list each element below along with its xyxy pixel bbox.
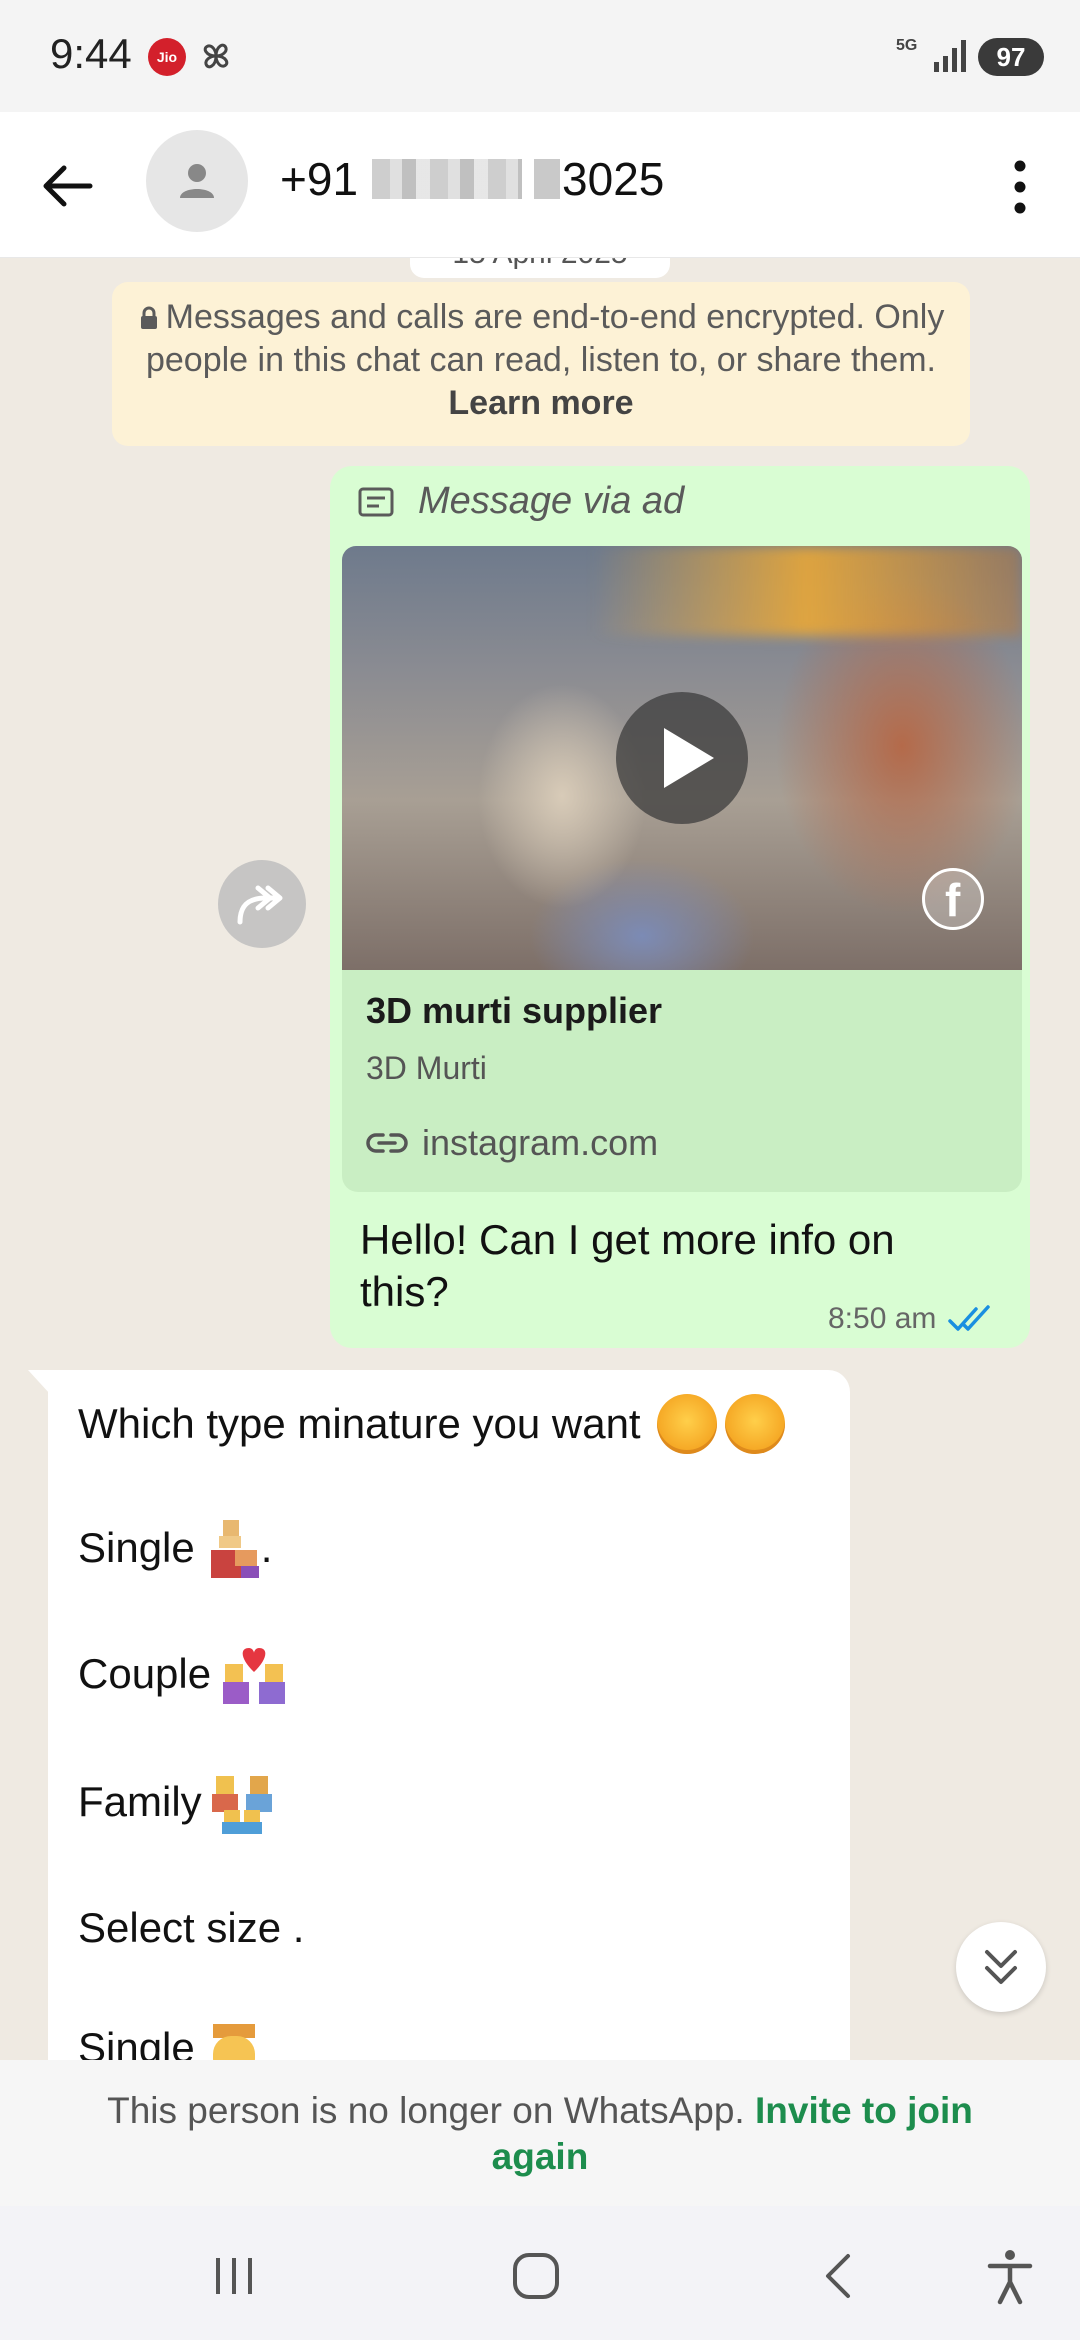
outgoing-message[interactable]: Message via ad f 3D murti supplier 3D Mu…: [330, 466, 1030, 1348]
home-icon[interactable]: [506, 2246, 566, 2306]
message-line: Which type minature you want: [78, 1394, 785, 1454]
message-line: Family: [78, 1774, 272, 1834]
back-arrow-icon[interactable]: [36, 154, 100, 218]
message-line-text: Single: [78, 2024, 195, 2060]
learn-more-link[interactable]: Learn more: [448, 384, 633, 422]
avatar[interactable]: [146, 130, 248, 232]
message-line-text: Family: [78, 1778, 202, 1825]
ad-label: Message via ad: [358, 480, 684, 523]
battery-icon: 97: [978, 38, 1044, 76]
accessibility-icon[interactable]: [980, 2246, 1040, 2306]
scroll-to-bottom-button[interactable]: [956, 1922, 1046, 2012]
person-icon: [180, 164, 214, 198]
incoming-message[interactable]: Which type minature you want Single . Co…: [48, 1370, 850, 2060]
message-line: Select size .: [78, 1904, 304, 1952]
forward-button[interactable]: [218, 860, 306, 948]
ad-label-text: Message via ad: [418, 480, 685, 522]
card-title: 3D murti supplier: [366, 990, 663, 1031]
message-line-text: Select size .: [78, 1904, 305, 1951]
smile-emoji-icon: [656, 1394, 717, 1454]
pinwheel-icon: [203, 43, 229, 69]
redacted-digit: [534, 159, 561, 199]
ad-document-icon: [358, 487, 394, 516]
status-bar: 9:44 Jio 5G 97: [0, 0, 1080, 112]
message-time-text: 8:50 am: [828, 1302, 937, 1335]
link-preview-card[interactable]: 3D murti supplier 3D Murti instagram.com: [342, 970, 1022, 1192]
contact-name[interactable]: +91 3025: [280, 152, 664, 206]
message-line: Single: [78, 2020, 261, 2060]
message-line-suffix: .: [260, 1524, 273, 1571]
recent-apps-icon[interactable]: [204, 2246, 264, 2306]
back-nav-icon[interactable]: [810, 2246, 870, 2306]
system-navigation-bar: [0, 2206, 1080, 2340]
couple-heart-emoji-icon: [221, 1646, 286, 1704]
date-chip: 15 April 2025: [410, 258, 670, 278]
encryption-notice[interactable]: Messages and calls are end-to-end encryp…: [112, 282, 970, 446]
family-emoji-icon: [211, 1774, 272, 1834]
ad-video-thumbnail[interactable]: f: [342, 546, 1022, 970]
redacted-digits: [372, 159, 523, 199]
lock-icon: [140, 306, 157, 329]
contact-suffix: 3025: [562, 153, 665, 205]
forward-icon: [237, 885, 283, 925]
bubble-tail: [28, 1370, 50, 1394]
play-button[interactable]: [616, 692, 748, 824]
chat-header: +91 3025: [0, 112, 1080, 258]
link-icon: [366, 1133, 408, 1153]
network-type: 5G: [896, 37, 918, 54]
smile-emoji-icon: [724, 1394, 785, 1454]
encryption-text: Messages and calls are end-to-end encryp…: [145, 298, 945, 379]
message-time: 8:50 am: [828, 1302, 994, 1336]
message-line-text: Single: [78, 1524, 195, 1571]
more-options-icon[interactable]: [1000, 152, 1040, 222]
message-line-text: Which type minature you want: [78, 1400, 641, 1447]
double-chevron-down-icon: [985, 1950, 1017, 1984]
message-line-text: Couple: [78, 1650, 212, 1697]
contact-prefix: +91: [280, 153, 359, 205]
chat-area[interactable]: 15 April 2025 Messages and calls are end…: [0, 258, 1080, 2060]
jio-icon: Jio: [148, 38, 186, 76]
status-time: 9:44: [50, 30, 132, 77]
card-subtitle: 3D Murti: [366, 1050, 487, 1086]
boy-emoji-icon: [205, 2020, 261, 2060]
no-longer-on-whatsapp-banner: This person is no longer on WhatsApp. In…: [0, 2060, 1080, 2206]
message-line: Couple: [78, 1646, 286, 1704]
card-link[interactable]: instagram.com: [366, 1122, 658, 1164]
facebook-icon: f: [922, 868, 984, 930]
read-ticks-icon: [948, 1305, 991, 1331]
play-icon: [664, 728, 714, 788]
banner-text: This person is no longer on WhatsApp.: [107, 2090, 745, 2131]
person-emoji-icon: [205, 1520, 261, 1578]
message-line: Single .: [78, 1520, 273, 1578]
card-link-text: instagram.com: [422, 1122, 659, 1163]
signal-icon: [934, 40, 966, 72]
